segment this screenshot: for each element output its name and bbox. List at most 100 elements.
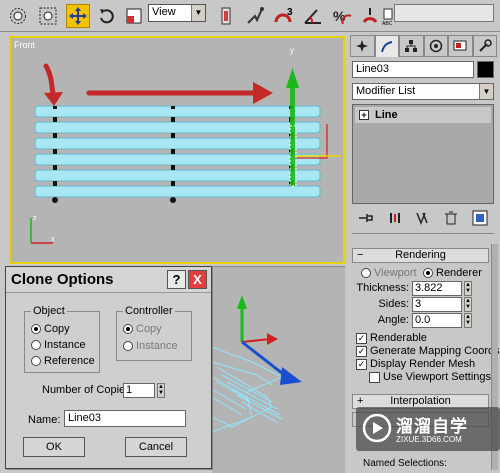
use-viewport-check[interactable] <box>369 371 380 383</box>
abc-icon[interactable]: ABC <box>382 4 394 28</box>
ok-button[interactable]: OK <box>23 437 85 457</box>
object-name-field[interactable]: Line03 <box>352 61 474 78</box>
make-unique-icon[interactable] <box>414 209 432 227</box>
modifier-stack[interactable]: + Line <box>352 104 494 204</box>
display-mesh-check[interactable]: ✓ <box>356 358 367 370</box>
tab-display[interactable] <box>448 35 473 57</box>
sides-input[interactable]: 3 <box>412 297 462 312</box>
scale-icon[interactable] <box>122 4 146 28</box>
percent-snap-icon[interactable]: % <box>330 4 354 28</box>
object-reference-radio[interactable] <box>31 356 41 366</box>
modify-icon <box>380 40 392 52</box>
select-manipulate-icon[interactable] <box>243 4 267 28</box>
show-end-result-icon[interactable] <box>386 209 404 227</box>
use-viewport-checkbox[interactable]: Use Viewport Settings <box>369 370 491 384</box>
object-instance-radio[interactable] <box>31 340 41 350</box>
angle-snap-icon[interactable] <box>302 4 326 28</box>
object-group-label: Object <box>31 305 67 317</box>
bench-wireframe <box>212 346 284 433</box>
spinner-snap-icon[interactable] <box>358 4 382 28</box>
hierarchy-icon <box>405 40 418 52</box>
gen-mapping-checkbox[interactable]: ✓ Generate Mapping Coords. <box>356 344 500 358</box>
thickness-label: Thickness: <box>356 282 409 294</box>
tab-motion[interactable] <box>423 35 448 57</box>
cancel-button[interactable]: Cancel <box>125 437 187 457</box>
sides-spinner[interactable]: ▲ ▼ <box>464 297 472 312</box>
front-viewport[interactable]: y z x Front <box>9 36 345 264</box>
display-icon <box>453 40 467 51</box>
controller-copy-radio[interactable] <box>123 324 133 334</box>
magnet-icon[interactable]: 3 <box>272 4 296 28</box>
viewport-label[interactable]: Front <box>14 40 35 50</box>
gen-mapping-check[interactable]: ✓ <box>356 345 367 357</box>
object-reference-label: Reference <box>44 355 95 367</box>
watermark-url: ZIXUE.3D66.COM <box>396 435 462 444</box>
angle-spinner[interactable]: ▲ ▼ <box>464 313 472 328</box>
renderable-checkbox[interactable]: ✓ Renderable <box>356 331 427 345</box>
viewport-radio[interactable]: Viewport <box>361 266 417 280</box>
play-logo-icon <box>362 413 392 443</box>
controller-group: Controller Copy Instance <box>116 305 192 361</box>
svg-text:ABC: ABC <box>382 21 393 26</box>
utilities-icon <box>479 39 492 52</box>
copies-spinner[interactable]: ▲ ▼ <box>157 383 165 398</box>
bench-slats <box>34 105 321 203</box>
remove-modifier-icon[interactable] <box>442 209 460 227</box>
create-icon <box>356 40 369 52</box>
renderable-check[interactable]: ✓ <box>356 332 367 344</box>
chevron-down-icon: ▼ <box>191 5 205 21</box>
clone-name-input[interactable]: Line03 <box>64 410 186 427</box>
select-circle-icon[interactable] <box>6 4 30 28</box>
display-mesh-checkbox[interactable]: ✓ Display Render Mesh <box>356 357 475 371</box>
object-color-swatch[interactable] <box>477 61 494 78</box>
controller-instance-radio[interactable] <box>123 341 133 351</box>
object-instance-option[interactable]: Instance <box>31 338 86 352</box>
rotate-icon[interactable] <box>95 4 119 28</box>
tab-modify[interactable] <box>374 35 399 57</box>
named-selections-label: Named Selections: <box>363 458 447 469</box>
thickness-input[interactable]: 3.822 <box>412 281 462 296</box>
controller-copy-option[interactable]: Copy <box>123 322 162 336</box>
modifier-list-label: Modifier List <box>356 85 416 97</box>
help-button[interactable]: ? <box>167 270 186 289</box>
tab-utilities[interactable] <box>472 35 497 57</box>
renderable-label: Renderable <box>370 332 427 344</box>
controller-copy-label: Copy <box>136 323 162 335</box>
watermark-text: 溜溜自学 <box>396 417 468 436</box>
pivot-icon[interactable] <box>214 4 238 28</box>
rendering-rollout-header[interactable]: − Rendering <box>352 248 489 263</box>
pin-stack-icon[interactable] <box>357 209 375 227</box>
object-copy-option[interactable]: Copy <box>31 322 70 336</box>
perspective-viewport[interactable] <box>212 266 345 473</box>
svg-text:y: y <box>290 46 294 55</box>
clone-options-dialog: Clone Options ? X Object Copy Instance R… <box>5 266 212 469</box>
renderer-radio[interactable]: Renderer <box>423 266 482 280</box>
stack-item-line[interactable]: + Line <box>355 107 491 123</box>
object-reference-option[interactable]: Reference <box>31 354 95 368</box>
gen-mapping-label: Generate Mapping Coords. <box>370 345 500 357</box>
display-mesh-label: Display Render Mesh <box>370 358 476 370</box>
perspective-scene <box>212 295 302 433</box>
renderer-radio-button[interactable] <box>423 268 433 278</box>
tab-create[interactable] <box>350 35 375 57</box>
annotation-arrow-right <box>86 82 273 104</box>
named-selection-field[interactable] <box>394 4 494 22</box>
viewport-radio-button[interactable] <box>361 268 371 278</box>
select-region-icon[interactable] <box>36 4 60 28</box>
controller-instance-option[interactable]: Instance <box>123 339 178 353</box>
dialog-title-bar[interactable]: Clone Options ? X <box>6 267 211 293</box>
angle-label: Angle: <box>377 314 409 326</box>
configure-modifier-sets-icon[interactable] <box>471 209 489 227</box>
reference-coordinate-select[interactable]: View ▼ <box>148 4 206 22</box>
move-icon[interactable] <box>66 4 90 28</box>
expand-icon[interactable]: + <box>359 110 369 120</box>
tab-hierarchy[interactable] <box>399 35 424 57</box>
angle-input[interactable]: 0.0 <box>412 313 462 328</box>
modifier-list-dropdown[interactable]: Modifier List ▼ <box>352 83 494 100</box>
object-copy-radio[interactable] <box>31 324 41 334</box>
close-button[interactable]: X <box>188 270 207 289</box>
copies-input[interactable]: 1 <box>123 383 155 398</box>
viewport-radio-label: Viewport <box>374 267 417 279</box>
interpolation-rollout-title: Interpolation <box>390 395 451 407</box>
thickness-spinner[interactable]: ▲ ▼ <box>464 281 472 296</box>
